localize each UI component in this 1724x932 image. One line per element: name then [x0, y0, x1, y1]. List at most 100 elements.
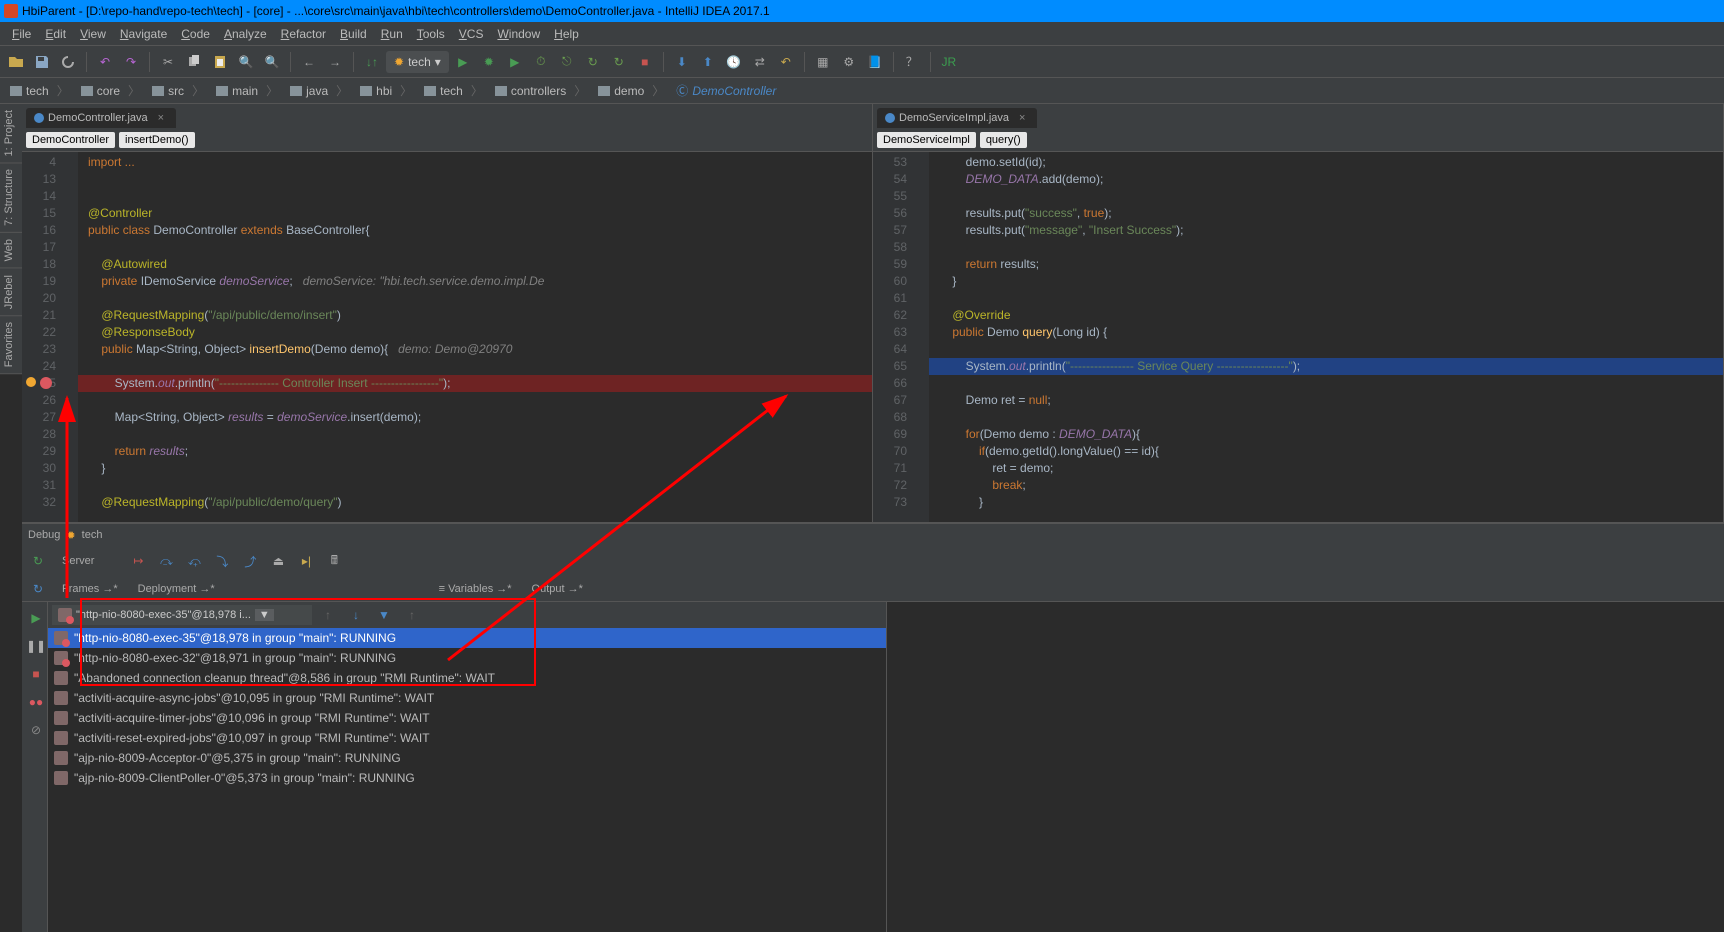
attach-icon[interactable]: ⎋ [555, 50, 579, 74]
force-step-icon[interactable]: ⤵ [210, 549, 234, 573]
menu-vcs[interactable]: VCS [453, 25, 490, 43]
breadcrumb-item[interactable]: tech [4, 82, 75, 99]
breadcrumb-item[interactable]: hbi [354, 82, 418, 99]
find-icon[interactable]: 🔍 [234, 50, 258, 74]
cut-icon[interactable]: ✂ [156, 50, 180, 74]
undo-icon[interactable]: ↶ [93, 50, 117, 74]
breadcrumb-item[interactable]: tech [418, 82, 489, 99]
menu-code[interactable]: Code [175, 25, 216, 43]
back-icon[interactable]: ← [297, 50, 321, 74]
copy-icon[interactable] [182, 50, 206, 74]
side-tab[interactable]: Web [0, 233, 22, 268]
menu-tools[interactable]: Tools [411, 25, 451, 43]
code-area-left[interactable]: 4131415161718192021222324252627282930313… [22, 152, 872, 522]
rerun-icon[interactable]: ↻ [26, 549, 50, 573]
replace-icon[interactable]: 🔍 [260, 50, 284, 74]
thread-item[interactable]: "ajp-nio-8009-Acceptor-0"@5,375 in group… [48, 748, 886, 768]
next-frame-icon[interactable]: ↓ [344, 603, 368, 627]
crumb-class[interactable]: DemoController [26, 132, 115, 148]
vcs-update-icon[interactable]: ⬇ [670, 50, 694, 74]
tab-variables[interactable]: ≡ Variables →* [431, 579, 520, 599]
close-icon[interactable]: × [1019, 112, 1025, 124]
menu-build[interactable]: Build [334, 25, 373, 43]
save-icon[interactable] [30, 50, 54, 74]
thread-item[interactable]: "http-nio-8080-exec-35"@18,978 in group … [48, 628, 886, 648]
breakpoint-icon[interactable] [40, 377, 52, 389]
show-exec-icon[interactable]: ↦ [126, 549, 150, 573]
coverage-icon[interactable]: ▶ [503, 50, 527, 74]
jrebel-debug-icon[interactable]: ↻ [607, 50, 631, 74]
tab-output[interactable]: Output →* [524, 579, 591, 599]
drop-frame-icon[interactable]: ⏏ [266, 549, 290, 573]
thread-item[interactable]: "activiti-acquire-timer-jobs"@10,096 in … [48, 708, 886, 728]
settings-icon[interactable]: ⚙ [837, 50, 861, 74]
side-tab[interactable]: JRebel [0, 269, 22, 316]
tab-frames[interactable]: Frames →* [54, 579, 126, 599]
tab-deployment[interactable]: Deployment →* [130, 579, 223, 599]
side-tab[interactable]: 1: Project [0, 104, 22, 163]
tab-server[interactable]: Server [54, 551, 102, 571]
crumb-method[interactable]: query() [980, 132, 1027, 148]
thread-item[interactable]: "ajp-nio-8009-ClientPoller-0"@5,373 in g… [48, 768, 886, 788]
menu-edit[interactable]: Edit [39, 25, 72, 43]
debug-icon[interactable]: ✹ [477, 50, 501, 74]
sdk-icon[interactable]: 📘 [863, 50, 887, 74]
redo-icon[interactable]: ↷ [119, 50, 143, 74]
step-into-icon[interactable]: ⤽ [182, 549, 206, 573]
vcs-commit-icon[interactable]: ⬆ [696, 50, 720, 74]
run-config-select[interactable]: ✹tech▾ [386, 51, 449, 73]
crumb-method[interactable]: insertDemo() [119, 132, 195, 148]
vcs-history-icon[interactable]: 🕓 [722, 50, 746, 74]
run-icon[interactable]: ▶ [451, 50, 475, 74]
stop-debug-icon[interactable]: ■ [24, 662, 48, 686]
vcs-revert-icon[interactable]: ↶ [774, 50, 798, 74]
thread-combo[interactable]: "http-nio-8080-exec-35"@18,978 i... ▼ [52, 605, 312, 625]
resume-icon[interactable]: ▶ [24, 606, 48, 630]
eval-icon[interactable]: 🖩 [322, 549, 346, 573]
menu-analyze[interactable]: Analyze [218, 25, 273, 43]
stop-icon[interactable]: ■ [633, 50, 657, 74]
menu-run[interactable]: Run [375, 25, 409, 43]
jrebel-run-icon[interactable]: ↻ [581, 50, 605, 74]
open-icon[interactable] [4, 50, 28, 74]
step-out-icon[interactable]: ⤴ [238, 549, 262, 573]
menu-navigate[interactable]: Navigate [114, 25, 173, 43]
pause-icon[interactable]: ❚❚ [24, 634, 48, 658]
menu-file[interactable]: File [6, 25, 37, 43]
thread-item[interactable]: "http-nio-8080-exec-32"@18,971 in group … [48, 648, 886, 668]
prev-frame-icon[interactable]: ↑ [316, 603, 340, 627]
code-right[interactable]: demo.setId(id); DEMO_DATA.add(demo); res… [929, 152, 1723, 522]
thread-item[interactable]: "activiti-acquire-async-jobs"@10,095 in … [48, 688, 886, 708]
file-tab[interactable]: DemoServiceImpl.java × [877, 108, 1037, 128]
thread-item[interactable]: "activiti-reset-expired-jobs"@10,097 in … [48, 728, 886, 748]
breadcrumb-item[interactable]: main [210, 82, 284, 99]
vcs-diff-icon[interactable]: ⇄ [748, 50, 772, 74]
code-left[interactable]: import ...@Controllerpublic class DemoCo… [78, 152, 872, 522]
profile-icon[interactable]: ⏱ [529, 50, 553, 74]
step-over-icon[interactable]: ⤼ [154, 549, 178, 573]
side-tab[interactable]: Favorites [0, 316, 22, 374]
thread-list[interactable]: "http-nio-8080-exec-35"@18,978 in group … [48, 628, 886, 932]
breadcrumb-item[interactable]: core [75, 82, 146, 99]
breadcrumb-item[interactable]: ⒸDemoController [670, 82, 790, 99]
restore-icon[interactable]: ↻ [26, 577, 50, 601]
jrebel-icon[interactable]: JR [937, 50, 961, 74]
forward-icon[interactable]: → [323, 50, 347, 74]
file-tab[interactable]: DemoController.java × [26, 108, 176, 128]
code-area-right[interactable]: 5354555657585960616263646566676869707172… [873, 152, 1723, 522]
breadcrumb-item[interactable]: src [146, 82, 210, 99]
breadcrumb-item[interactable]: java [284, 82, 354, 99]
sync-icon[interactable] [56, 50, 80, 74]
crumb-class[interactable]: DemoServiceImpl [877, 132, 976, 148]
paste-icon[interactable] [208, 50, 232, 74]
gutter-right[interactable]: 5354555657585960616263646566676869707172… [873, 152, 929, 522]
view-bp-icon[interactable]: ●● [24, 690, 48, 714]
menu-help[interactable]: Help [548, 25, 585, 43]
filter-icon[interactable]: ▼ [372, 603, 396, 627]
structure-icon[interactable]: ▦ [811, 50, 835, 74]
build-icon[interactable]: ↓↑ [360, 50, 384, 74]
side-tab[interactable]: 7: Structure [0, 163, 22, 233]
mute-bp-icon[interactable]: ⊘ [24, 718, 48, 742]
menu-view[interactable]: View [74, 25, 112, 43]
menu-refactor[interactable]: Refactor [275, 25, 332, 43]
